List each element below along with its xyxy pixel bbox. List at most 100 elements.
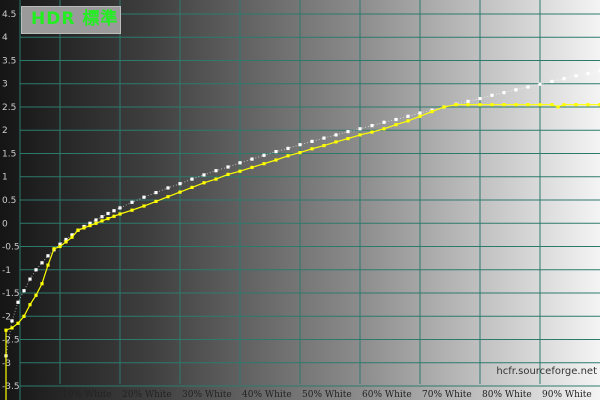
data-point	[586, 103, 590, 107]
data-point	[550, 103, 554, 107]
y-tick-label: 4.5	[2, 10, 16, 20]
data-point	[226, 165, 230, 169]
data-point	[16, 300, 20, 304]
data-point	[538, 103, 542, 107]
data-point	[22, 314, 26, 318]
data-point	[46, 263, 50, 267]
data-point	[286, 146, 290, 150]
x-tick-label: 30% White	[182, 390, 232, 400]
data-point	[28, 303, 32, 307]
data-point	[502, 91, 506, 95]
data-point	[100, 215, 104, 219]
data-point	[154, 191, 158, 195]
data-point	[112, 214, 116, 218]
data-point	[394, 117, 398, 122]
data-point	[556, 105, 560, 109]
y-tick-label: 3.5	[2, 56, 16, 66]
y-tick-label: -2	[2, 312, 11, 322]
data-point	[214, 169, 218, 173]
data-point	[346, 137, 350, 141]
data-point	[202, 173, 206, 177]
data-point	[178, 182, 182, 186]
data-point	[430, 110, 434, 114]
watermark: hcfr.sourceforge.net	[496, 366, 597, 377]
data-point	[28, 277, 32, 281]
data-point	[130, 200, 134, 204]
data-point	[190, 185, 194, 189]
data-point	[52, 247, 56, 251]
data-point	[550, 79, 554, 83]
y-tick-label: -1.5	[2, 289, 20, 299]
data-point	[358, 133, 362, 137]
data-point	[310, 147, 314, 151]
data-point	[262, 162, 266, 166]
x-tick-label: 50% White	[302, 390, 352, 400]
chart-title: HDR 標準	[31, 9, 119, 29]
data-point	[334, 140, 338, 144]
data-point	[166, 186, 170, 190]
data-point	[298, 143, 302, 147]
data-point	[4, 328, 8, 332]
data-point	[88, 224, 92, 228]
data-point	[250, 157, 254, 161]
x-tick-label: 40% White	[242, 390, 292, 400]
data-point	[214, 177, 218, 181]
data-point	[262, 153, 266, 157]
data-point	[322, 144, 326, 148]
data-point	[46, 254, 50, 258]
data-point	[106, 217, 110, 221]
data-point	[382, 127, 386, 131]
y-tick-label: -3.5	[2, 382, 20, 392]
data-point	[142, 195, 146, 199]
data-point	[226, 172, 230, 176]
grid	[19, 0, 600, 400]
data-point	[370, 124, 374, 128]
data-point	[58, 244, 62, 249]
data-point	[82, 226, 86, 230]
data-point	[286, 154, 290, 158]
data-point	[394, 123, 398, 127]
data-point	[34, 268, 38, 272]
data-point	[478, 103, 482, 107]
data-point	[274, 150, 278, 154]
data-point	[562, 103, 566, 107]
data-point	[250, 165, 254, 169]
data-point	[64, 240, 68, 244]
data-point	[190, 177, 194, 181]
data-point	[490, 93, 494, 97]
data-point	[370, 130, 374, 134]
data-point	[454, 103, 458, 107]
data-point	[34, 293, 38, 297]
y-tick-label: 2.5	[2, 103, 16, 113]
y-tick-label: 2	[2, 126, 8, 136]
data-point	[166, 195, 170, 199]
data-point	[466, 103, 470, 107]
chart: 4.543.532.521.510.50-0.5-1-1.5-2-2.5-3-3…	[0, 0, 600, 400]
data-point	[490, 103, 494, 107]
x-tick-label: 90% White	[542, 390, 592, 400]
data-point	[310, 139, 314, 143]
x-tick-label: 70% White	[422, 390, 472, 400]
data-point	[526, 103, 530, 107]
data-point	[40, 282, 44, 286]
y-tick-label: 1.5	[2, 149, 16, 159]
y-tick-label: 0	[2, 219, 8, 229]
data-point	[76, 228, 80, 232]
data-point	[382, 120, 386, 124]
data-point	[238, 169, 242, 173]
data-point	[100, 219, 104, 223]
data-point	[130, 208, 134, 212]
data-point	[298, 151, 302, 155]
data-point	[322, 136, 326, 140]
y-tick-label: 3	[2, 80, 8, 90]
y-tick-label: 0.5	[2, 196, 16, 206]
x-tick-label: 10% White	[62, 390, 112, 400]
x-tick-label: 60% White	[362, 390, 412, 400]
data-point	[112, 209, 116, 213]
y-tick-label: -1	[2, 266, 11, 276]
data-point	[106, 211, 110, 216]
data-point	[466, 99, 470, 103]
y-tick-label: -2.5	[2, 336, 20, 346]
data-point	[238, 161, 242, 165]
data-point	[16, 321, 20, 325]
